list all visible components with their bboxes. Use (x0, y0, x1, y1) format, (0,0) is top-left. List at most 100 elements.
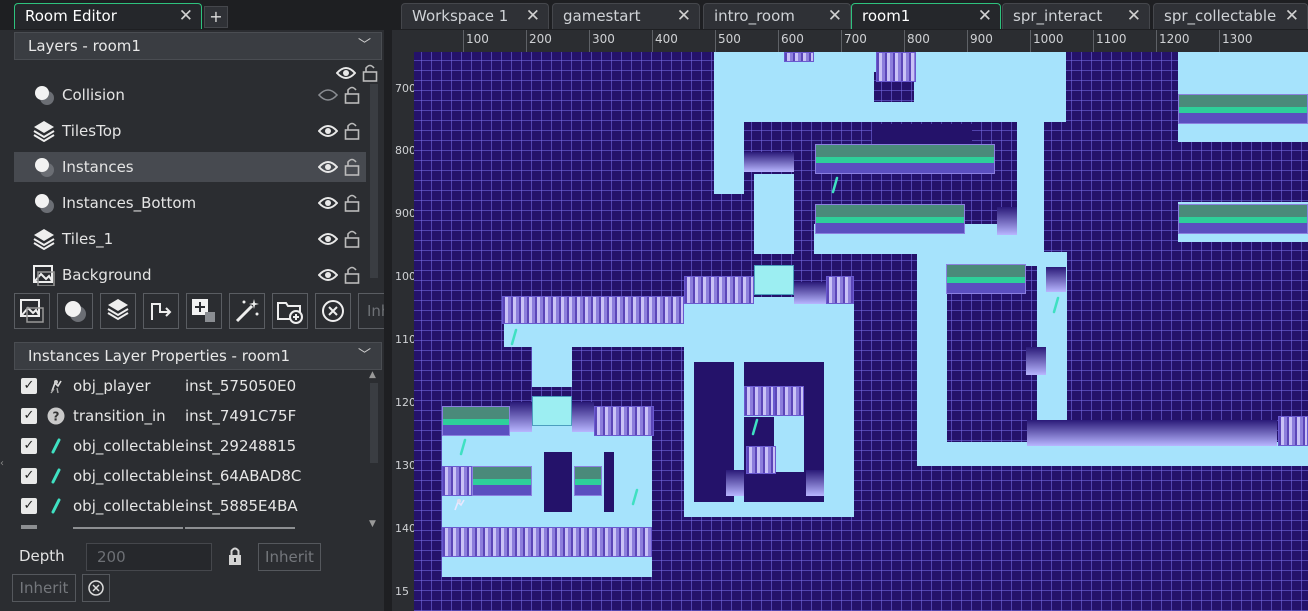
eye-icon[interactable] (318, 268, 338, 282)
eye-icon[interactable] (318, 232, 338, 246)
delete-layer-button[interactable] (315, 293, 351, 329)
instance-row[interactable]: ✓ ? transition_in inst_7491C75F (14, 401, 364, 431)
ruler-corner (392, 30, 414, 52)
clear-inherit-button[interactable] (82, 574, 110, 602)
close-icon[interactable]: ✕ (677, 4, 691, 29)
layer-row-instances[interactable]: Instances (14, 152, 366, 182)
collectable-sprite (459, 438, 467, 456)
eye-icon[interactable] (318, 160, 338, 174)
instance-id: inst_575050E0 (185, 377, 297, 395)
lock-open-icon[interactable] (344, 158, 360, 176)
ruler-tick: 700 (844, 32, 867, 46)
ruler-tick: 700 (395, 82, 416, 95)
instances-panel-header[interactable]: Instances Layer Properties - room1 ﹀ (14, 342, 382, 370)
tab-gamestart[interactable]: gamestart ✕ (552, 3, 700, 29)
eye-closed-icon[interactable] (318, 88, 338, 102)
horizontal-ruler[interactable]: 100 200 300 400 500 600 700 800 900 1000… (414, 30, 1308, 53)
checkbox[interactable]: ✓ (21, 408, 37, 424)
checkbox[interactable]: ✓ (21, 468, 37, 484)
collectable-sprite (1052, 296, 1060, 314)
floor-tile (714, 72, 874, 102)
add-path-layer-button[interactable] (143, 293, 179, 329)
panel-splitter[interactable] (384, 0, 392, 611)
checkbox[interactable]: ✓ (21, 498, 37, 514)
shadow-tile (726, 470, 744, 496)
vertical-ruler[interactable]: 700 800 900 1000 1100 1200 1300 1400 15 (392, 52, 423, 611)
instances-scrollbar[interactable] (370, 383, 378, 463)
tile-layer-icon (33, 121, 55, 142)
inherit-depth-button[interactable]: Inherit (258, 543, 321, 571)
lock-open-icon[interactable] (344, 86, 360, 104)
ruler-tick: 200 (529, 32, 552, 46)
instance-layer-icon (35, 158, 54, 177)
collectable-sprite (751, 418, 759, 436)
tab-spr-collectable[interactable]: spr_collectable ✕ (1153, 3, 1308, 29)
tab-spr-interact[interactable]: spr_interact ✕ (1002, 3, 1150, 29)
layer-row-tiles-1[interactable]: Tiles_1 (14, 224, 366, 254)
instance-row[interactable]: ✓ obj_player inst_575050E0 (14, 371, 364, 401)
add-background-layer-button[interactable] (14, 293, 50, 329)
add-asset-layer-button[interactable] (186, 293, 222, 329)
room-canvas[interactable] (414, 52, 1308, 611)
checkbox[interactable]: ✓ (21, 378, 37, 394)
wall-tile (502, 296, 684, 324)
add-layer-folder-button[interactable] (272, 293, 308, 329)
scroll-up-icon[interactable]: ▲ (369, 370, 376, 380)
layer-row-tilestop[interactable]: TilesTop (14, 116, 366, 146)
tab-workspace-1[interactable]: Workspace 1 ✕ (401, 3, 549, 29)
add-tab-button[interactable]: + (204, 6, 228, 28)
chevron-down-icon[interactable]: ﹀ (358, 343, 371, 369)
eye-icon[interactable] (318, 124, 338, 138)
layer-row-collision[interactable]: Collision (14, 80, 366, 110)
layer-row-instances-bottom[interactable]: Instances_Bottom (14, 188, 366, 218)
tab-room-editor[interactable]: Room Editor ✕ (14, 3, 202, 29)
close-icon[interactable]: ✕ (1127, 4, 1141, 29)
folder-add-icon (277, 302, 303, 324)
layer-row-background[interactable]: Background (14, 260, 366, 290)
wall-tile (744, 386, 774, 416)
add-tile-layer-button[interactable] (100, 293, 136, 329)
close-icon[interactable]: ✕ (828, 4, 842, 29)
crystal-wall-tile (815, 204, 965, 234)
inherit-instances-button[interactable]: Inherit (12, 574, 76, 602)
collapse-arrow-icon[interactable]: ‹ (0, 458, 4, 469)
wall-tile (594, 406, 654, 436)
instance-row[interactable]: ✓ obj_collectable inst_64ABAD8C (14, 461, 364, 491)
tab-intro-room[interactable]: intro_room ✕ (703, 3, 851, 29)
shadow-tile (1027, 420, 1277, 446)
lock-open-icon[interactable] (344, 266, 360, 284)
floor-tile (917, 252, 947, 466)
lock-open-icon[interactable] (344, 122, 360, 140)
instance-row[interactable]: ✓ obj_collectable inst_5885E4BA (14, 491, 364, 521)
scroll-down-icon[interactable]: ▼ (369, 519, 376, 529)
add-effect-layer-button[interactable] (229, 293, 265, 329)
delete-circle-icon (88, 580, 104, 596)
instance-id: inst_64ABAD8C (185, 467, 302, 485)
layers-panel-header[interactable]: Layers - room1 ﹀ (14, 32, 382, 60)
close-icon[interactable]: ✕ (978, 4, 992, 29)
depth-value: 200 (97, 548, 126, 566)
object-name: obj_collectable (73, 467, 185, 485)
lock-open-icon[interactable] (344, 230, 360, 248)
eye-icon[interactable] (318, 196, 338, 210)
eye-icon[interactable] (336, 66, 356, 80)
collectable-icon (51, 468, 61, 484)
lock-icon[interactable] (227, 546, 243, 566)
tab-label: room1 (862, 7, 911, 25)
lock-open-icon[interactable] (344, 194, 360, 212)
room-hole (604, 452, 614, 512)
depth-input[interactable]: 200 (86, 543, 212, 571)
tile-layer-icon (33, 229, 55, 250)
close-icon[interactable]: ✕ (526, 4, 540, 29)
chevron-down-icon[interactable]: ﹀ (358, 33, 371, 59)
inherit-layer-button[interactable]: Inh (358, 293, 384, 329)
add-instance-layer-button[interactable] (57, 293, 93, 329)
close-icon[interactable]: ✕ (179, 4, 193, 29)
checkbox[interactable]: ✓ (21, 438, 37, 454)
instance-row[interactable]: ✓ obj_collectable inst_29248815 (14, 431, 364, 461)
svg-text:?: ? (53, 410, 60, 424)
tab-room1[interactable]: room1 ✕ (851, 3, 1001, 29)
close-icon[interactable]: ✕ (1285, 4, 1299, 29)
layers-scrollbar[interactable] (370, 84, 378, 278)
collectable-sprite (831, 176, 839, 194)
